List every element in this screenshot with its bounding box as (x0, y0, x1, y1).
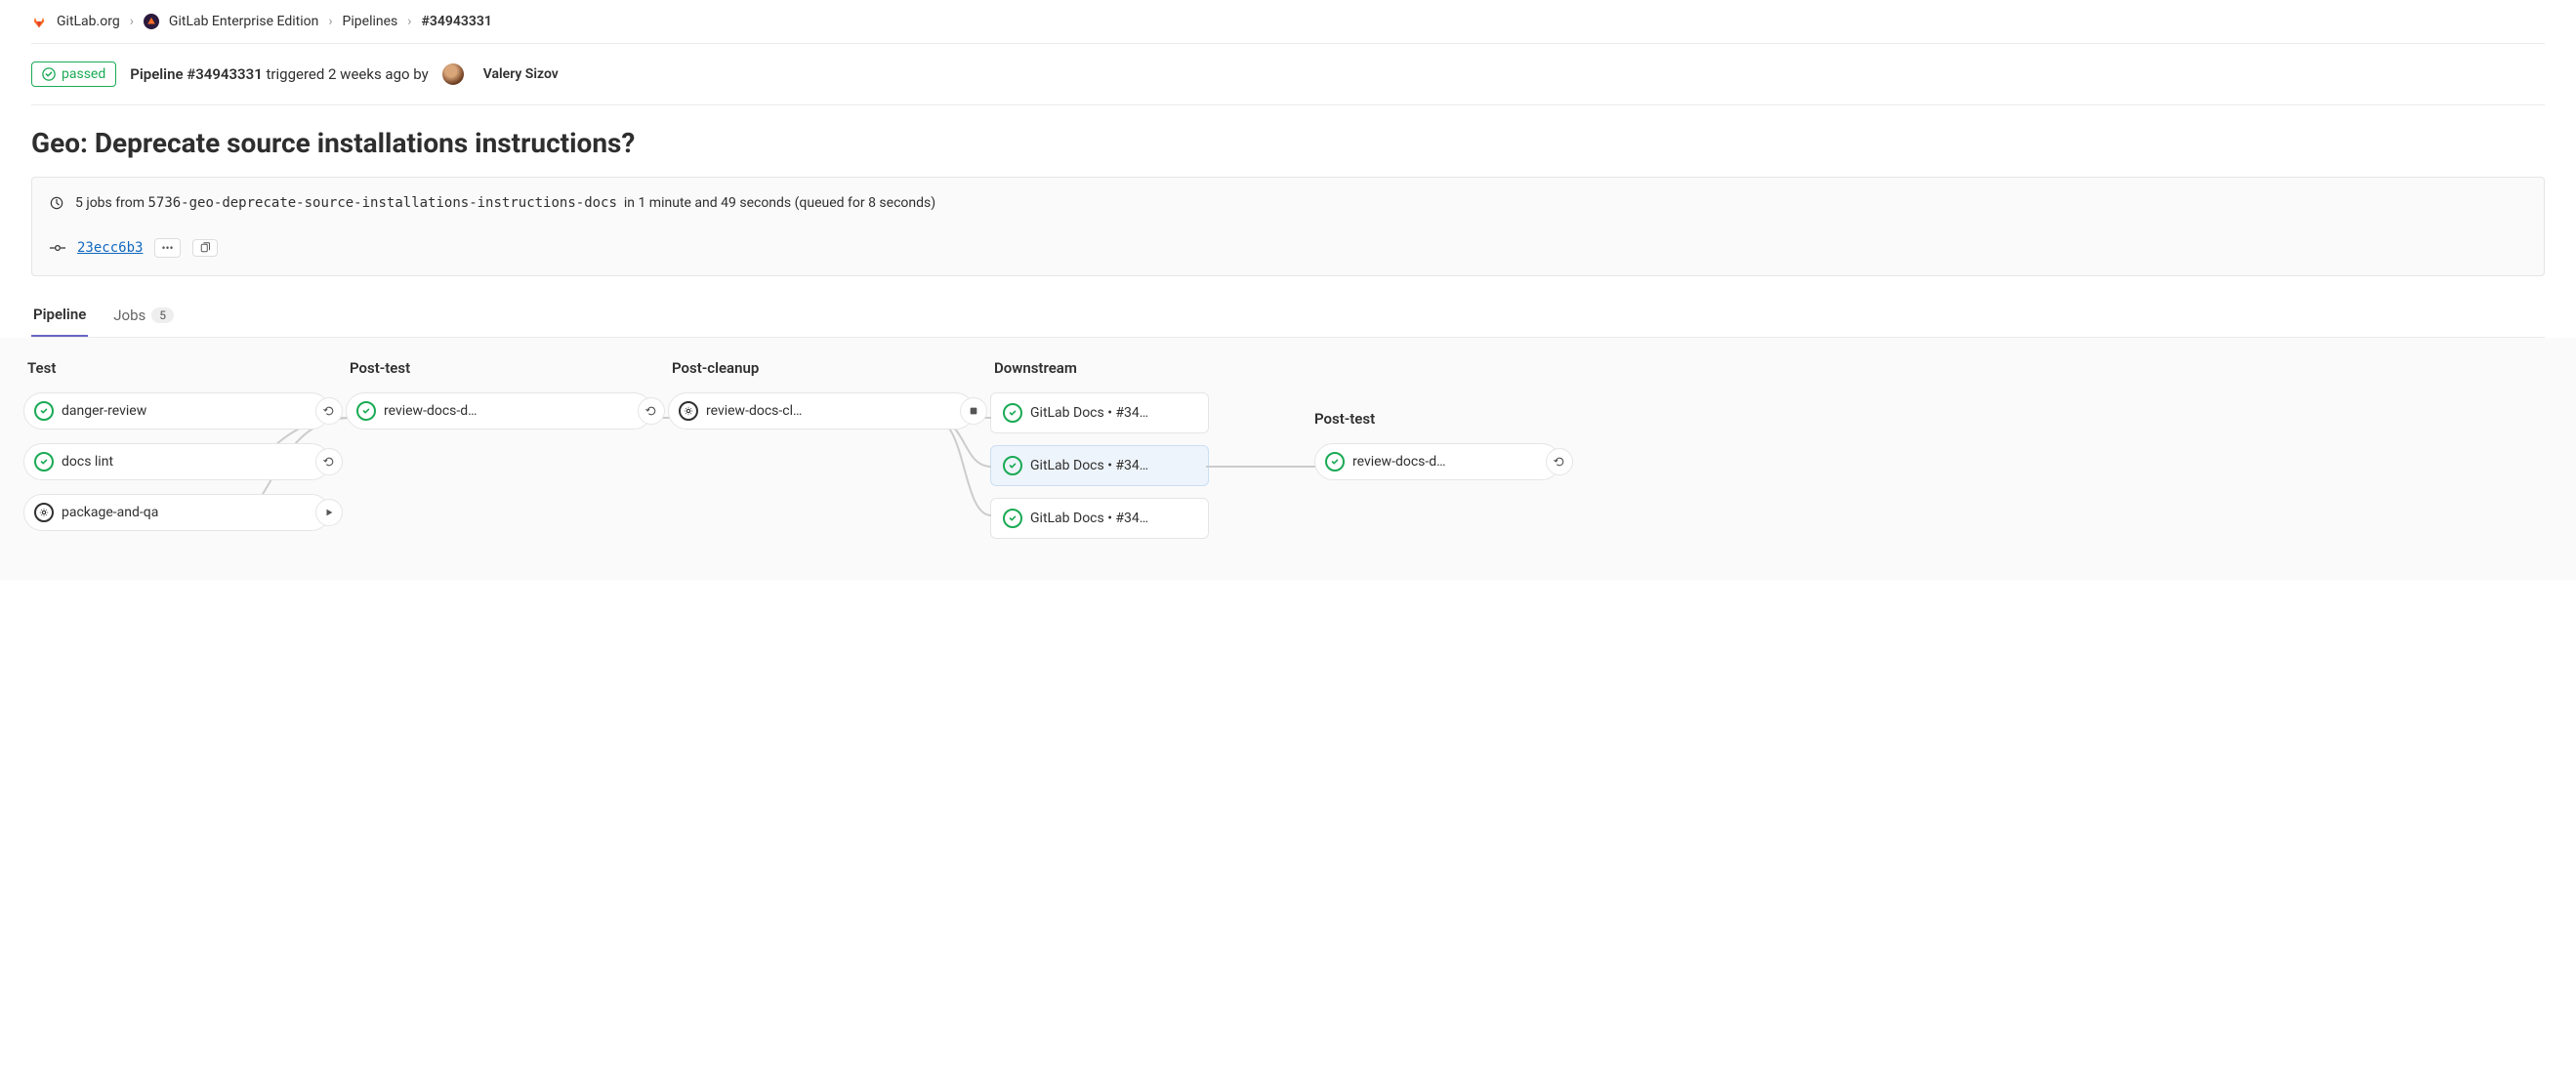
tabs: Pipeline Jobs 5 (31, 296, 2545, 338)
clock-icon (50, 196, 63, 210)
check-circle-icon (34, 401, 54, 421)
downstream-pipeline[interactable]: GitLab Docs • #34… (990, 498, 1209, 539)
stage-post-test: Post-test review-docs-d… (338, 359, 660, 443)
copy-icon (199, 242, 211, 254)
status-badge[interactable]: passed (31, 61, 116, 87)
job-label: review-docs-d… (384, 403, 642, 419)
stage-title: Downstream (990, 359, 1209, 377)
gitlab-org-icon (31, 14, 47, 29)
tab-pipeline[interactable]: Pipeline (31, 296, 88, 337)
retry-icon (645, 405, 657, 417)
pipeline-info-box: 5 jobs from 5736-geo-deprecate-source-in… (31, 177, 2545, 276)
gear-icon (34, 503, 54, 522)
stage-title: Post-cleanup (668, 359, 975, 377)
check-circle-icon (1003, 403, 1022, 423)
tab-jobs[interactable]: Jobs 5 (111, 296, 176, 337)
project-icon (144, 14, 159, 29)
pipeline-graph: Test danger-review docs lint package-and… (0, 338, 2576, 580)
page-title: Geo: Deprecate source installations inst… (31, 105, 2545, 177)
tab-jobs-count: 5 (151, 307, 174, 323)
breadcrumb: GitLab.org › GitLab Enterprise Edition ›… (31, 0, 2545, 44)
job-label: danger-review (62, 403, 319, 419)
commit-icon (50, 241, 65, 255)
check-circle-icon (42, 67, 56, 81)
job-package-and-qa[interactable]: package-and-qa (23, 494, 330, 531)
check-circle-icon (1003, 509, 1022, 528)
job-label: review-docs-cl… (706, 403, 964, 419)
stop-icon (969, 406, 978, 416)
job-docs-lint[interactable]: docs lint (23, 443, 330, 480)
retry-button[interactable] (1546, 448, 1573, 475)
stage-title: Post-test (1314, 410, 1375, 428)
check-circle-icon (356, 401, 376, 421)
downstream-label: GitLab Docs • #34… (1030, 405, 1148, 421)
job-label: review-docs-d… (1352, 454, 1550, 470)
expand-commit-button[interactable]: ••• (154, 238, 180, 258)
tab-jobs-label: Jobs (113, 307, 145, 324)
retry-button[interactable] (638, 397, 665, 425)
gear-icon (679, 401, 698, 421)
job-danger-review[interactable]: danger-review (23, 392, 330, 430)
breadcrumb-id: #34943331 (421, 14, 491, 29)
breadcrumb-section[interactable]: Pipelines (343, 14, 398, 29)
jobs-summary: 5 jobs from 5736-geo-deprecate-source-in… (75, 195, 935, 211)
pipeline-header: passed Pipeline #34943331 triggered 2 we… (31, 44, 2545, 105)
breadcrumb-project[interactable]: GitLab Enterprise Edition (169, 14, 318, 29)
job-label: docs lint (62, 454, 319, 470)
stage-downstream: Downstream GitLab Docs • #34… GitLab Doc… (982, 359, 1217, 551)
downstream-pipeline[interactable]: GitLab Docs • #34… (990, 445, 1209, 486)
downstream-label: GitLab Docs • #34… (1030, 458, 1148, 473)
user-link[interactable]: Valery Sizov (483, 66, 559, 82)
play-button[interactable] (315, 499, 343, 526)
chevron-right-icon: › (407, 14, 411, 29)
job-review-docs-deploy[interactable]: review-docs-d… (346, 392, 652, 430)
chevron-right-icon: › (130, 14, 134, 29)
job-review-docs-deploy-ds[interactable]: review-docs-d… (1314, 443, 1560, 480)
retry-icon (1554, 456, 1565, 468)
downstream-label: GitLab Docs • #34… (1030, 511, 1148, 526)
stage-title: Test (23, 359, 330, 377)
retry-icon (323, 405, 335, 417)
breadcrumb-org[interactable]: GitLab.org (57, 14, 120, 29)
downstream-pipeline[interactable]: GitLab Docs • #34… (990, 392, 1209, 433)
status-label: passed (62, 66, 105, 82)
stage-post-cleanup: Post-cleanup review-docs-cl… (660, 359, 982, 443)
copy-sha-button[interactable] (192, 239, 218, 257)
stage-title: Post-test (346, 359, 652, 377)
pipeline-meta: Pipeline #34943331 triggered 2 weeks ago… (130, 65, 428, 83)
retry-icon (323, 456, 335, 468)
retry-button[interactable] (315, 397, 343, 425)
job-review-docs-cleanup[interactable]: review-docs-cl… (668, 392, 975, 430)
chevron-right-icon: › (328, 14, 332, 29)
stage-test: Test danger-review docs lint package-and… (16, 359, 338, 545)
stop-button[interactable] (960, 397, 987, 425)
play-icon (324, 508, 334, 517)
job-label: package-and-qa (62, 505, 319, 520)
stage-downstream-post-test: Post-test review-docs-d… (1217, 359, 1568, 494)
check-circle-icon (1325, 452, 1345, 471)
check-circle-icon (1003, 456, 1022, 475)
retry-button[interactable] (315, 448, 343, 475)
avatar[interactable] (442, 63, 464, 85)
commit-sha-link[interactable]: 23ecc6b3 (77, 240, 143, 256)
check-circle-icon (34, 452, 54, 471)
